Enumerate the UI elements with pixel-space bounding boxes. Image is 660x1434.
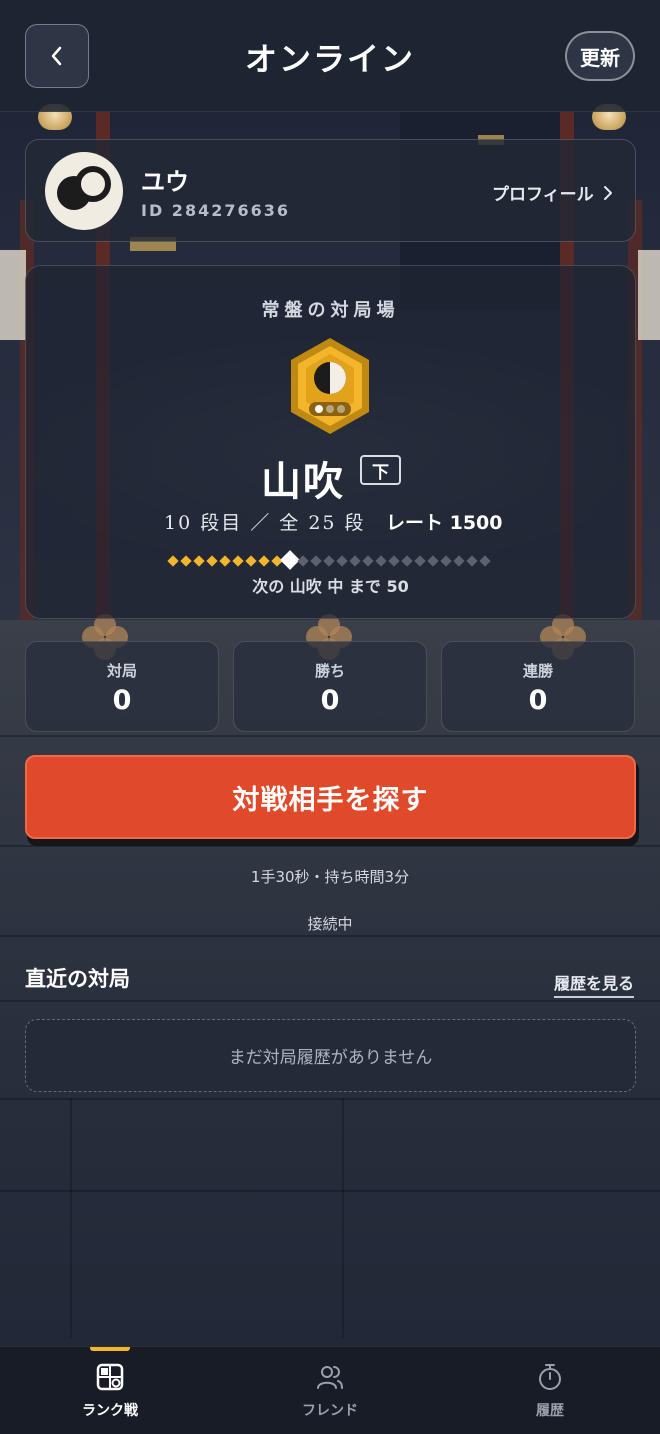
stat-value: 0	[320, 685, 340, 716]
stopwatch-icon	[539, 1364, 561, 1390]
next-rank-text: 次の 山吹 中 まで 50	[252, 577, 409, 596]
stat-games: 対局 0	[25, 641, 219, 732]
stage-dot	[388, 555, 400, 567]
venue-name: 常盤の対局場	[261, 300, 400, 321]
connection-status: 接続中	[307, 915, 353, 933]
nav-active-indicator	[90, 1347, 130, 1351]
player-id: ID 284276636	[141, 201, 290, 220]
stage-dot	[206, 555, 218, 567]
rate-text: レート 1500	[386, 512, 503, 534]
chevron-right-icon	[603, 185, 612, 200]
rank-card: 常盤の対局場 山吹 下 10 段目 ／ 全 25 段 レート 1500 次の 山…	[25, 265, 636, 619]
stat-label: 勝ち	[314, 662, 345, 680]
stage-dot	[427, 555, 439, 567]
stage-dot	[336, 555, 348, 567]
app-header: オンライン 更新	[0, 0, 660, 112]
empty-history-box: まだ対局履歴がありません	[25, 1019, 636, 1092]
friends-icon	[317, 1366, 343, 1389]
empty-history-text: まだ対局履歴がありません	[228, 1048, 433, 1068]
nav-item-ranked[interactable]: ランク戦	[0, 1347, 220, 1434]
profile-link-label: プロフィール	[492, 185, 594, 205]
nav-label: 履歴	[536, 1403, 564, 1419]
nav-item-friends[interactable]: フレンド	[220, 1347, 440, 1434]
rank-name: 山吹	[261, 458, 345, 505]
stage-dot	[375, 555, 387, 567]
stage-dot	[414, 555, 426, 567]
stage-dot	[232, 555, 244, 567]
stage-dot	[453, 555, 465, 567]
rank-tier-badge: 下	[360, 455, 401, 485]
bottom-nav: ランク戦 フレンド 履歴	[0, 1346, 660, 1434]
view-history-link[interactable]: 履歴を見る	[554, 970, 635, 998]
stage-dot	[440, 555, 452, 567]
stage-dot	[401, 555, 413, 567]
board-icon	[96, 1363, 124, 1391]
stage-dot	[219, 555, 231, 567]
stage-dot	[479, 555, 491, 567]
stage-dot	[180, 555, 192, 567]
page-title: オンライン	[244, 40, 415, 78]
stage-dot	[193, 555, 205, 567]
stage-dot	[349, 555, 361, 567]
stage-text: 10 段目 ／ 全 25 段	[164, 512, 366, 534]
nav-label: ランク戦	[82, 1403, 138, 1419]
profile-link[interactable]: プロフィール	[492, 180, 614, 205]
time-control-text: 1手30秒・持ち時間3分	[250, 868, 410, 886]
recent-games-title: 直近の対局	[25, 967, 130, 991]
stage-dot	[466, 555, 478, 567]
stat-value: 0	[112, 685, 132, 716]
stat-value: 0	[528, 685, 548, 716]
find-opponent-button[interactable]: 対戦相手を探す	[25, 755, 636, 839]
avatar	[45, 152, 123, 230]
stat-streak: 連勝 0	[441, 641, 635, 732]
stage-progress	[167, 550, 499, 572]
stat-wins: 勝ち 0	[233, 641, 427, 732]
nav-label: フレンド	[302, 1403, 358, 1419]
profile-card[interactable]: ユウ ID 284276636 プロフィール	[25, 139, 636, 242]
stage-dot	[310, 555, 322, 567]
stage-dot	[167, 555, 179, 567]
stage-dot	[297, 555, 309, 567]
stage-dot	[258, 555, 270, 567]
stage-dot	[323, 555, 335, 567]
nav-item-history[interactable]: 履歴	[440, 1347, 660, 1434]
rank-badge-icon	[291, 338, 369, 434]
stat-label: 連勝	[522, 662, 553, 680]
stage-dot	[362, 555, 374, 567]
player-name: ユウ	[141, 168, 189, 196]
refresh-button[interactable]: 更新	[565, 31, 635, 81]
stat-label: 対局	[106, 662, 137, 680]
stage-dot	[245, 555, 257, 567]
